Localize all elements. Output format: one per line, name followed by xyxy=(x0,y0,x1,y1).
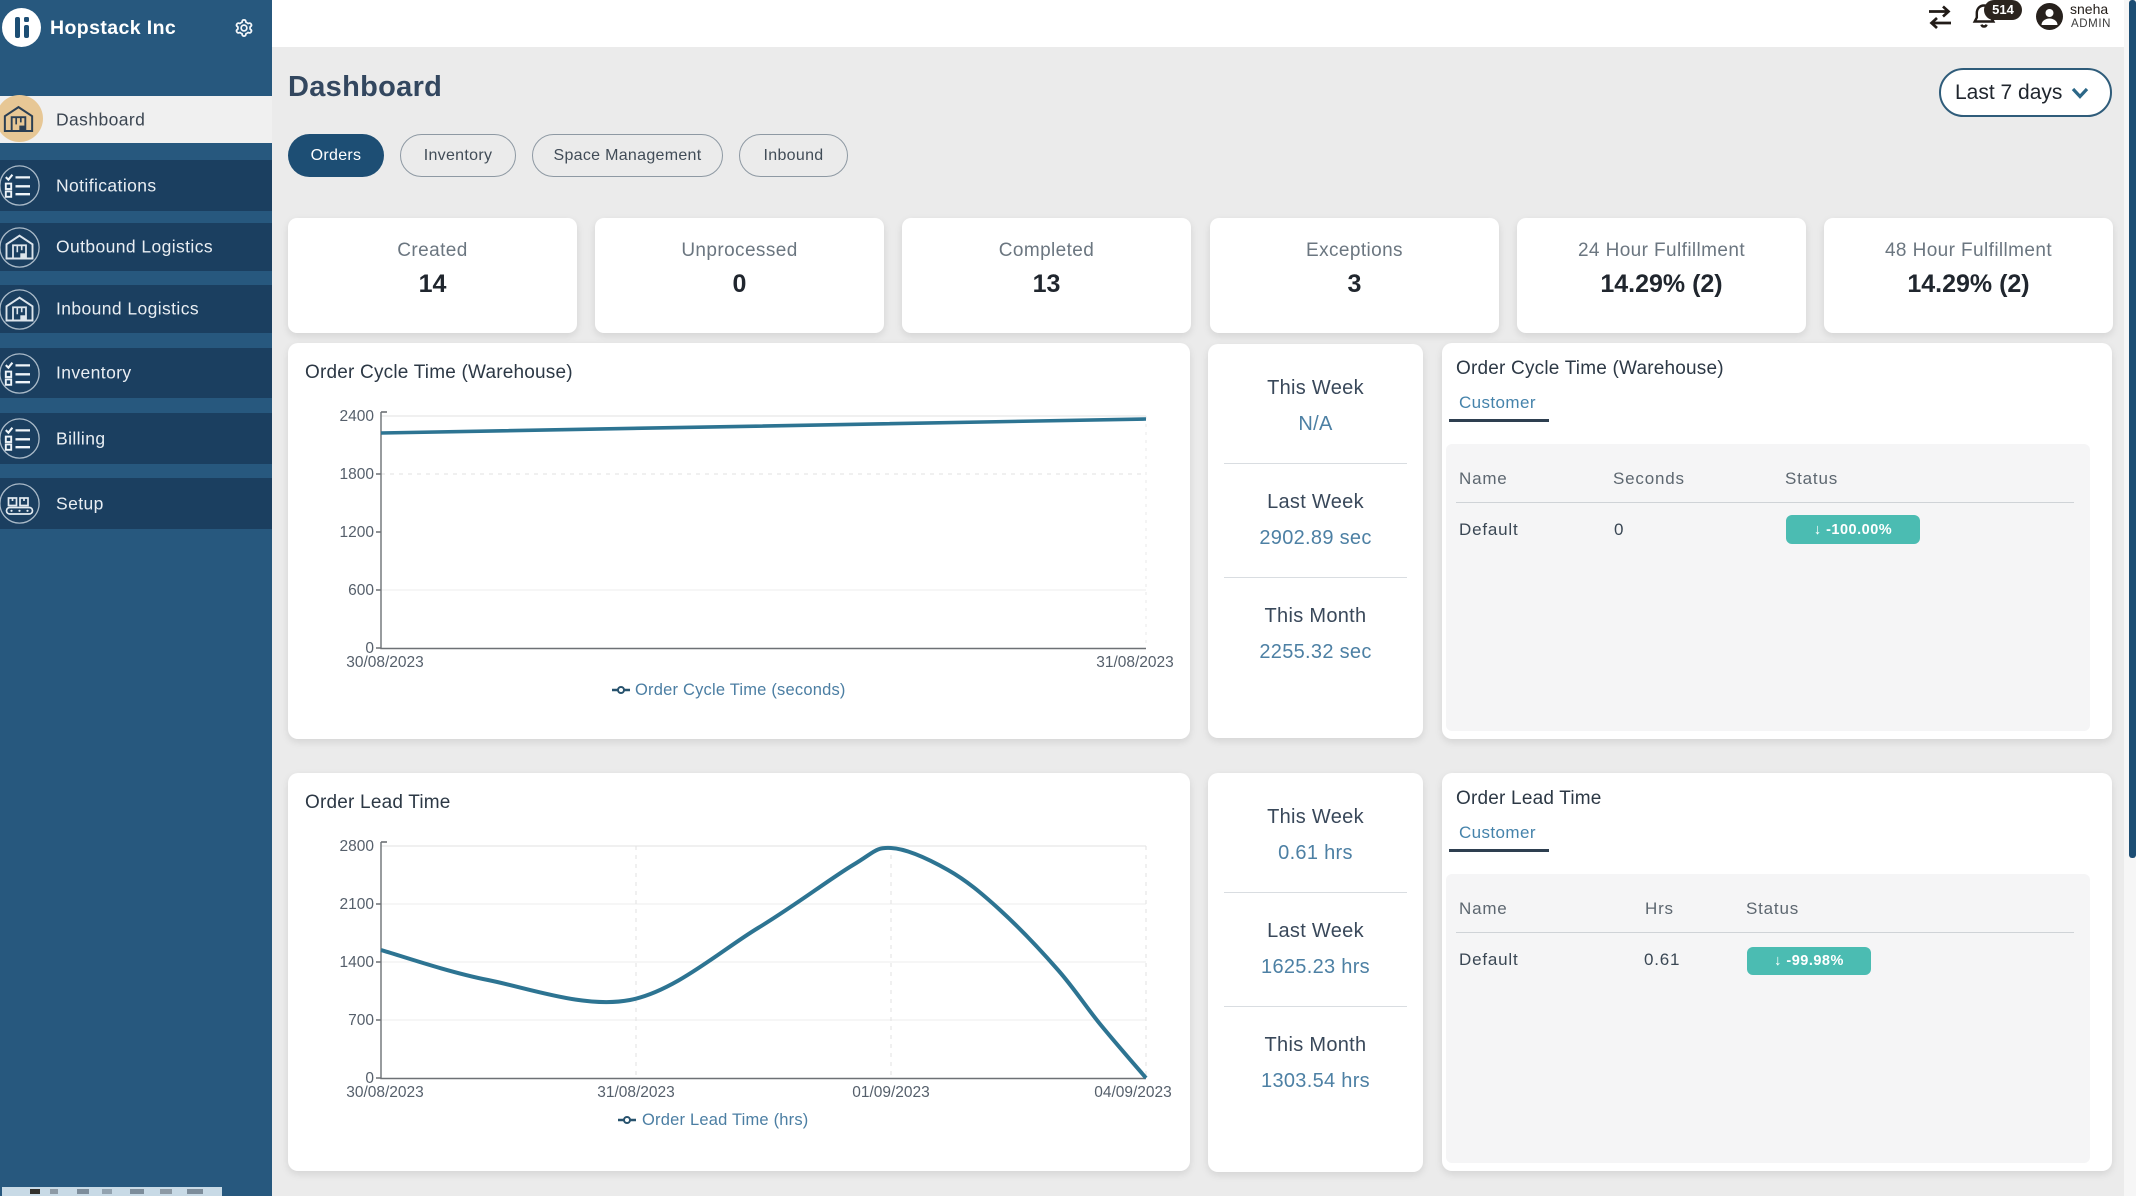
svg-text:Order Cycle Time (seconds): Order Cycle Time (seconds) xyxy=(635,681,846,699)
svg-text:2400: 2400 xyxy=(340,408,375,425)
svg-text:600: 600 xyxy=(348,582,374,599)
svg-text:2100: 2100 xyxy=(340,896,375,913)
svg-text:1800: 1800 xyxy=(340,466,375,483)
svg-text:30/08/2023: 30/08/2023 xyxy=(346,1084,424,1101)
svg-text:31/08/2023: 31/08/2023 xyxy=(1096,654,1174,671)
svg-text:1200: 1200 xyxy=(340,524,375,541)
svg-text:04/09/2023: 04/09/2023 xyxy=(1094,1084,1172,1101)
svg-text:30/08/2023: 30/08/2023 xyxy=(346,654,424,671)
svg-text:31/08/2023: 31/08/2023 xyxy=(597,1084,675,1101)
svg-text:2800: 2800 xyxy=(340,838,375,855)
svg-text:1400: 1400 xyxy=(340,954,375,971)
svg-text:Order Lead Time (hrs): Order Lead Time (hrs) xyxy=(642,1111,809,1129)
svg-text:700: 700 xyxy=(348,1012,374,1029)
svg-text:01/09/2023: 01/09/2023 xyxy=(852,1084,930,1101)
